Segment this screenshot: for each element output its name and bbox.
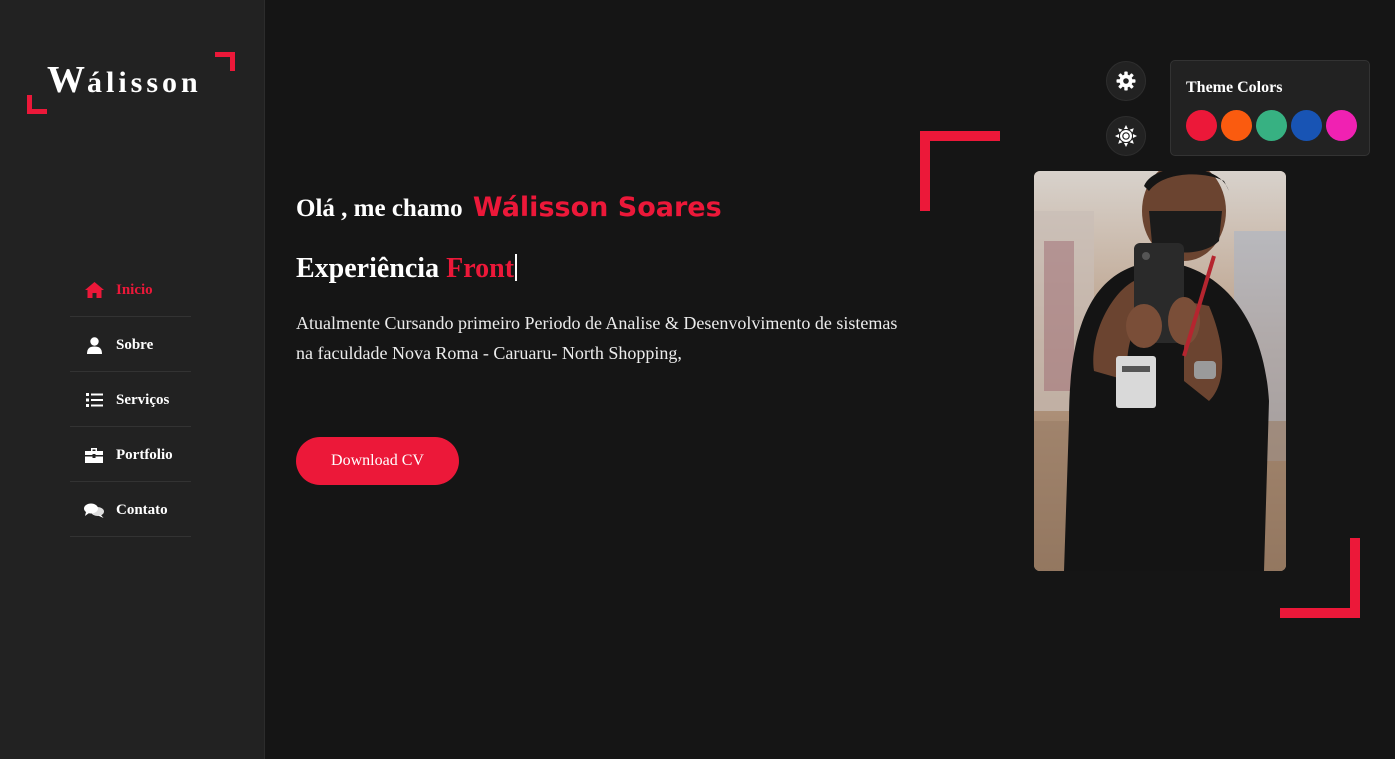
photo-frame-bottom-right [1280, 538, 1360, 618]
hero-name: Wálisson Soares [472, 192, 722, 223]
nav-item-sobre[interactable]: Sobre [70, 317, 191, 372]
color-swatch-1[interactable] [1186, 110, 1217, 141]
nav-label: Sobre [116, 336, 154, 353]
hero-description: Atualmente Cursando primeiro Periodo de … [296, 313, 898, 363]
nav-item-servicos[interactable]: Serviços [70, 372, 191, 427]
nav-item-contato[interactable]: Contato [70, 482, 191, 537]
experience-heading: Experiência Front [296, 253, 518, 285]
home-icon [84, 281, 104, 299]
theme-colors-panel: Theme Colors [1170, 60, 1370, 156]
list-icon [84, 391, 104, 409]
photo-frame-top-left [920, 131, 1000, 211]
user-icon [84, 336, 104, 354]
greeting-heading: Olá , me chamo Wálisson Soares [296, 192, 722, 223]
briefcase-icon [84, 446, 104, 464]
color-swatch-3[interactable] [1256, 110, 1287, 141]
logo-text: Wálisson [47, 59, 202, 101]
comments-icon [84, 501, 104, 519]
logo[interactable]: Wálisson [27, 52, 235, 114]
style-switcher-toggle[interactable] [1106, 61, 1146, 101]
nav-label: Inicio [116, 281, 153, 298]
color-swatch-2[interactable] [1221, 110, 1252, 141]
sun-icon [1115, 125, 1137, 147]
theme-colors-title: Theme Colors [1186, 79, 1283, 96]
color-swatches [1186, 110, 1357, 141]
gear-icon [1116, 71, 1136, 91]
experience-label: Experiência [296, 253, 440, 284]
profile-photo [1034, 171, 1286, 571]
main-nav: Inicio Sobre Serviços Portfolio Contato [70, 262, 191, 537]
nav-item-portfolio[interactable]: Portfolio [70, 427, 191, 482]
greeting-text: Olá , me chamo [296, 195, 463, 222]
nav-label: Contato [116, 501, 168, 518]
typed-text: Front [446, 253, 515, 284]
logo-bracket-bottom-left [27, 95, 47, 114]
logo-bracket-top-right [215, 52, 235, 71]
color-swatch-5[interactable] [1326, 110, 1357, 141]
nav-item-inicio[interactable]: Inicio [70, 262, 191, 317]
sidebar: Wálisson Inicio Sobre Serviços Portfolio [0, 0, 265, 759]
day-night-toggle[interactable] [1106, 116, 1146, 156]
nav-label: Portfolio [116, 446, 173, 463]
color-swatch-4[interactable] [1291, 110, 1322, 141]
nav-label: Serviços [116, 391, 170, 408]
typing-cursor [515, 254, 518, 281]
download-cv-button[interactable]: Download CV [296, 437, 459, 485]
